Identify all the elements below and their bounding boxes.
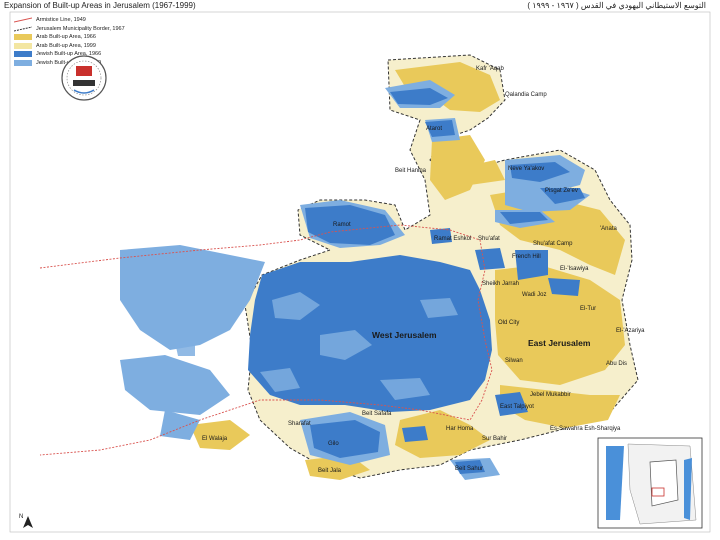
label-el-walaja: El Walaja xyxy=(202,436,228,442)
label-abu-dis: Abu Dis xyxy=(606,361,627,367)
label-wadi-joz: Wadi Joz xyxy=(522,292,546,298)
inset-locator-map xyxy=(597,437,703,529)
label-west-jerusalem: West Jerusalem xyxy=(372,330,437,340)
label-neve-yaakov: Neve Ya'akov xyxy=(508,166,544,172)
label-shuafat-camp: Shu'afat Camp xyxy=(533,241,573,247)
label-anata: 'Anata xyxy=(600,226,617,232)
label-el-tur: El-Tur xyxy=(580,306,596,312)
label-sawahra: Es-Sawahra Esh-Sharqiya xyxy=(550,426,621,432)
label-har-homa: Har Homa xyxy=(446,426,474,432)
label-french-hill: French Hill xyxy=(512,254,541,260)
label-east-jerusalem: East Jerusalem xyxy=(528,338,591,348)
label-talpiyot: East Talpiyot xyxy=(500,404,534,410)
label-ramot: Ramot xyxy=(333,222,351,228)
jerusalem-map: N Kafr 'Aqab Qalandia Camp Beit Hanina A… xyxy=(9,11,711,533)
label-sur-bahir: Sur Bahir xyxy=(482,436,507,442)
institution-logo xyxy=(61,55,107,101)
label-beit-safafa: Beit Safafa xyxy=(362,411,392,417)
label-old-city: Old City xyxy=(498,320,519,326)
label-kafr-aqab: Kafr 'Aqab xyxy=(476,66,504,72)
label-atarot: Atarot xyxy=(426,126,442,132)
label-silwan: Silwan xyxy=(505,358,523,364)
label-sheikh-jarrah: Sheikh Jarrah xyxy=(482,281,519,287)
label-beit-sahur: Beit Sahur xyxy=(455,466,483,472)
label-el-isawiya: El-'Isawiya xyxy=(560,266,589,272)
label-el-azariya: El-'Azariya xyxy=(616,328,645,334)
label-pisgat-zeev: Pisgat Ze'ev xyxy=(545,188,578,194)
label-qalandia-camp: Qalandia Camp xyxy=(505,92,547,98)
label-shuafat: Shu'afat xyxy=(478,236,500,242)
label-gilo: Gilo xyxy=(328,441,339,447)
label-beit-hanina: Beit Hanina xyxy=(395,168,427,174)
north-arrow-icon: N xyxy=(19,514,33,528)
north-label: N xyxy=(19,514,23,520)
label-beit-jala: Beit Jala xyxy=(318,468,342,474)
label-sharafat: Sharafat xyxy=(288,421,311,427)
map-frame: Expansion of Built-up Areas in Jerusalem… xyxy=(0,0,720,540)
label-jabal-mukabbir: Jebel Mukabbir xyxy=(530,392,571,398)
label-ramat-eshkol: Ramat Eshkol xyxy=(434,236,471,242)
